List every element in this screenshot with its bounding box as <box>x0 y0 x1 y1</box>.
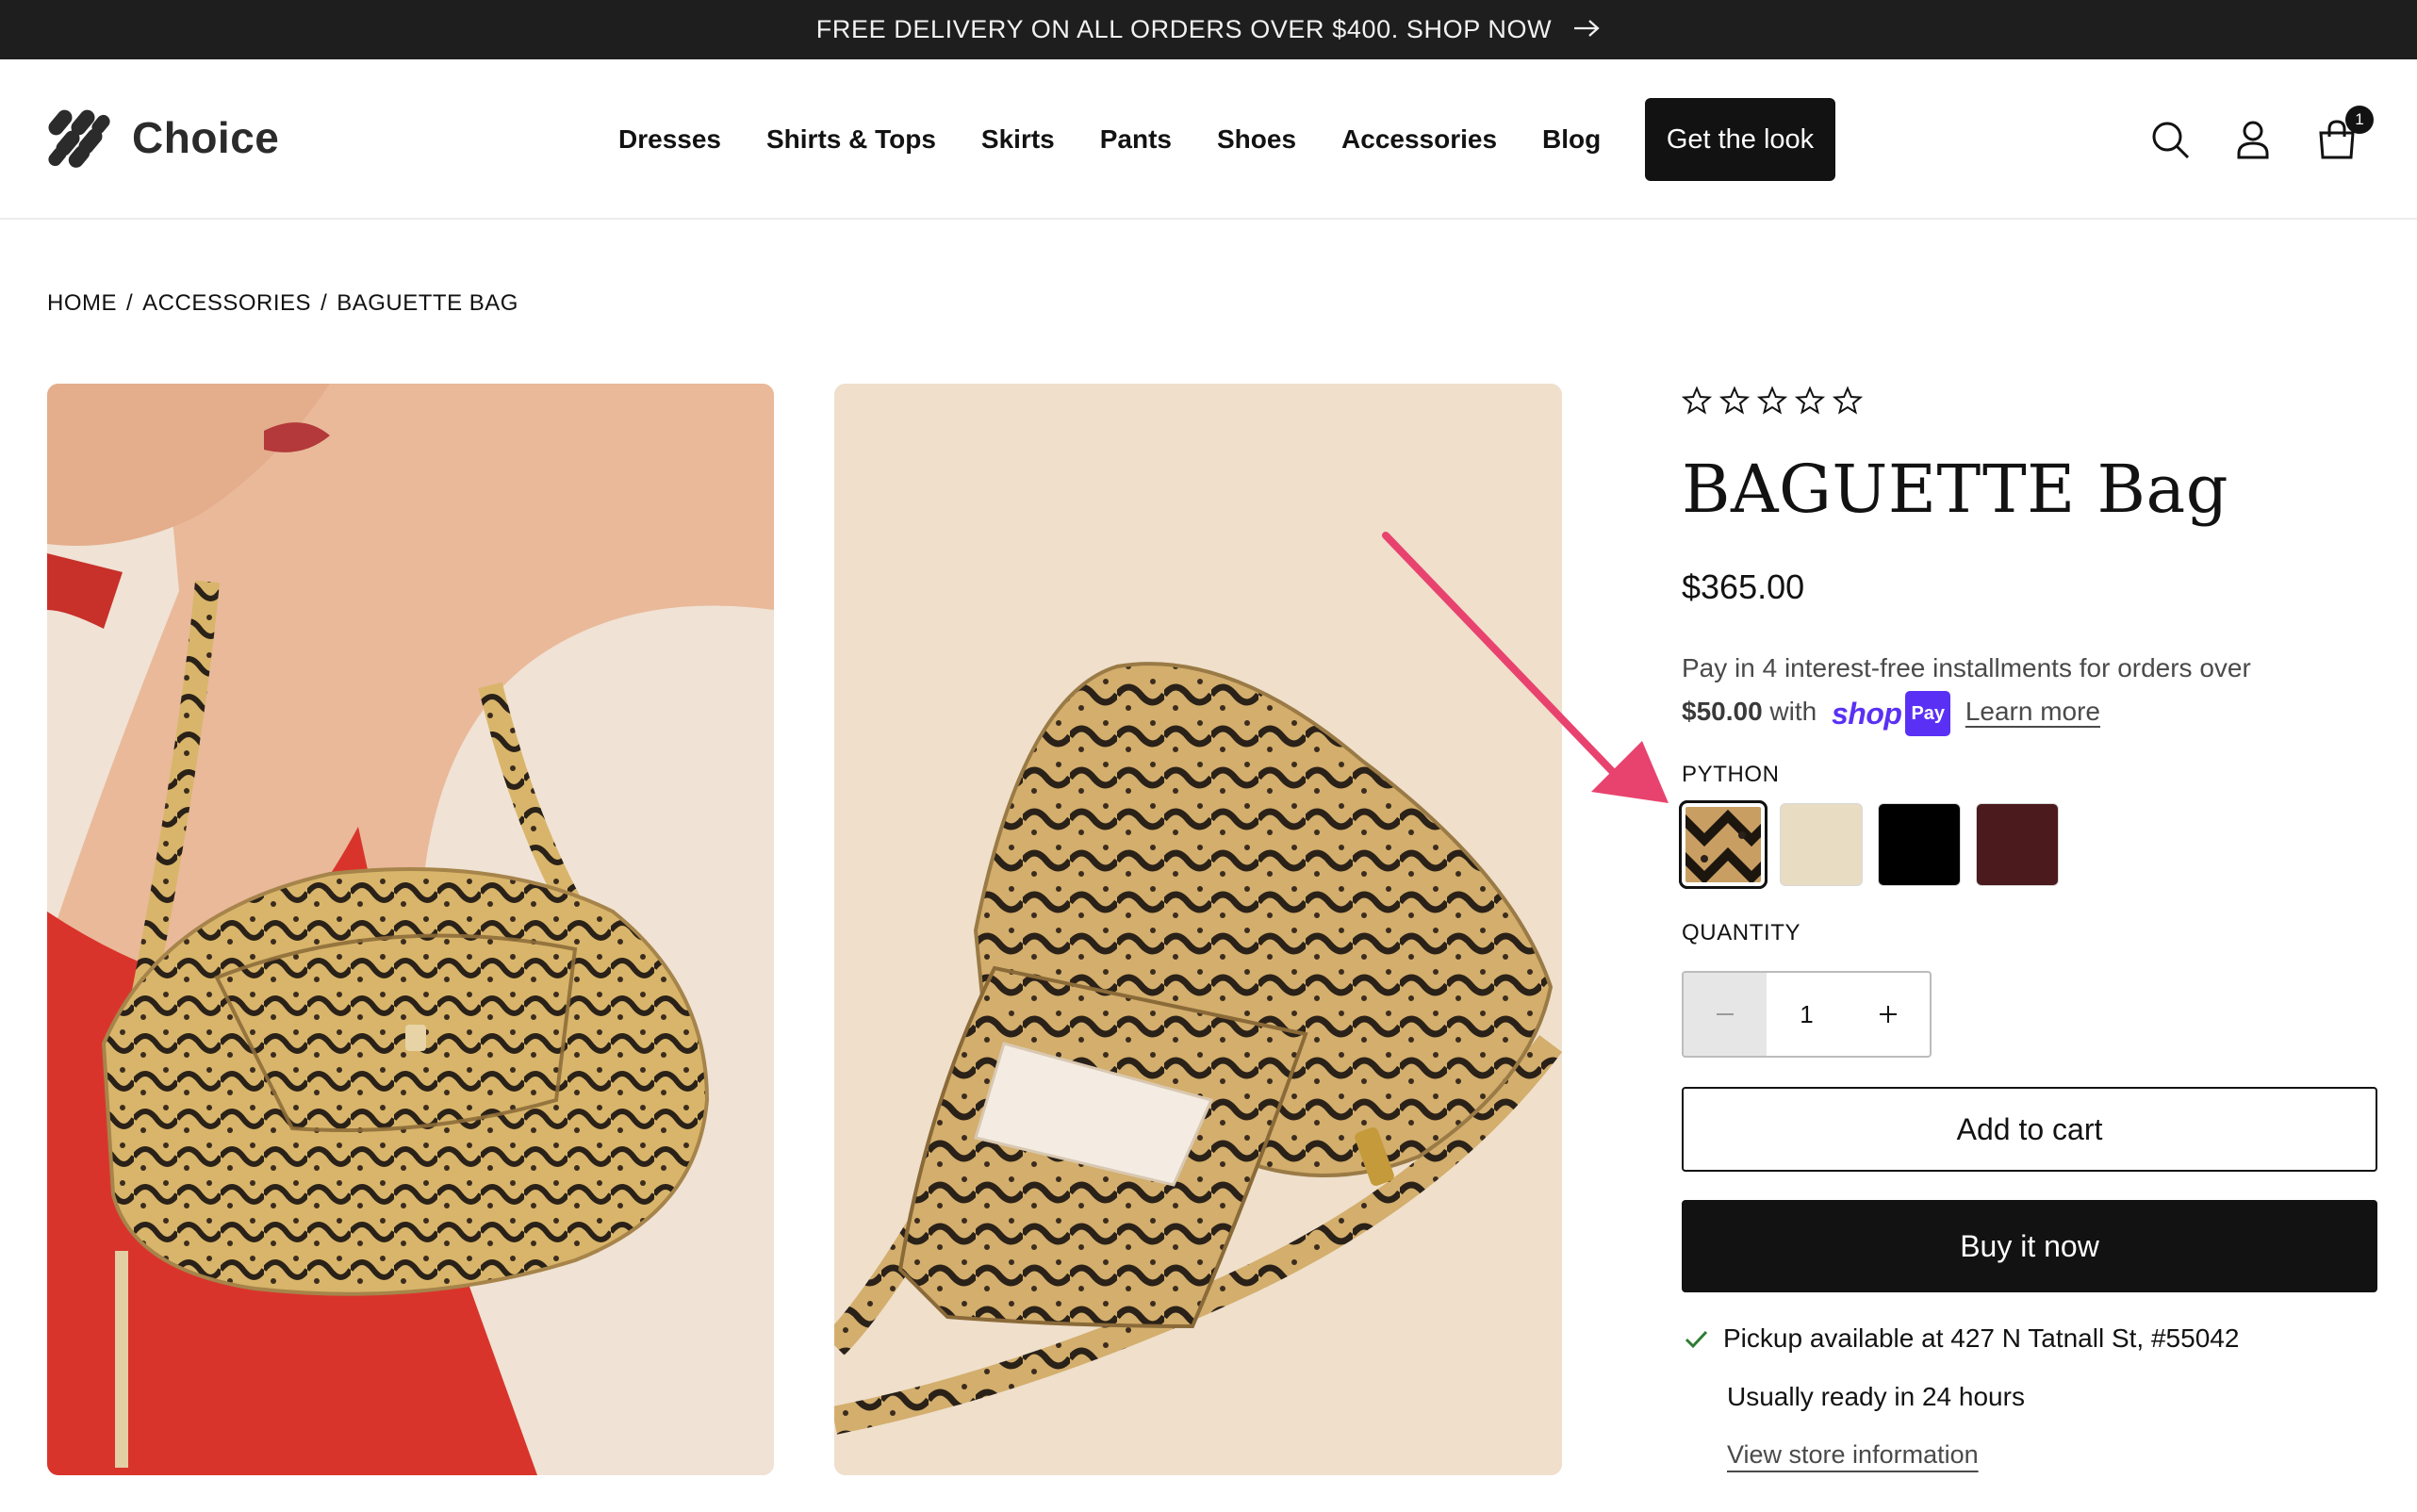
color-option-label: PYTHON <box>1682 762 1780 787</box>
swatch-burgundy[interactable] <box>1976 803 2059 886</box>
nav-item-skirts[interactable]: Skirts <box>959 124 1077 155</box>
star-icon <box>1795 386 1825 415</box>
nav-item-blog[interactable]: Blog <box>1520 124 1623 155</box>
color-swatches <box>1679 800 2059 889</box>
quantity-increase-button[interactable] <box>1847 973 1930 1056</box>
quantity-input[interactable]: 1 <box>1767 973 1847 1056</box>
arrow-right-icon <box>1572 15 1601 44</box>
account-icon[interactable] <box>2228 114 2278 165</box>
breadcrumb-separator: / <box>126 290 134 316</box>
installments-info: Pay in 4 interest-free installments for … <box>1682 647 2360 736</box>
swatch-cream[interactable] <box>1780 803 1863 886</box>
shop-pay-logo: shop Pay <box>1832 690 1951 736</box>
product-price: $365.00 <box>1682 567 1805 606</box>
annotation-arrow-icon <box>1382 532 1669 803</box>
cart-count-badge: 1 <box>2345 106 2374 134</box>
installments-with: with <box>1769 697 1817 726</box>
nav-item-pants[interactable]: Pants <box>1077 124 1194 155</box>
announcement-bar[interactable]: FREE DELIVERY ON ALL ORDERS OVER $400. S… <box>0 0 2417 59</box>
breadcrumb-home[interactable]: HOME <box>47 290 117 317</box>
checkmark-icon <box>1685 1330 1708 1349</box>
breadcrumb-current: BAGUETTE BAG <box>337 290 518 316</box>
get-the-look-button[interactable]: Get the look <box>1645 98 1835 181</box>
buy-it-now-button[interactable]: Buy it now <box>1682 1200 2377 1292</box>
pickup-text: Pickup available at 427 N Tatnall St, #5… <box>1723 1323 2240 1353</box>
search-icon[interactable] <box>2145 114 2195 165</box>
shop-pay-badge: Pay <box>1905 690 1951 736</box>
star-icon <box>1682 386 1712 415</box>
nav-item-dresses[interactable]: Dresses <box>596 124 744 155</box>
logo-icon <box>48 109 110 168</box>
site-header: Choice Dresses Shirts & Tops Skirts Pant… <box>0 59 2417 220</box>
swatch-black[interactable] <box>1878 803 1961 886</box>
minus-icon <box>1717 1013 1734 1015</box>
breadcrumb-accessories[interactable]: ACCESSORIES <box>142 290 311 317</box>
breadcrumb-separator: / <box>321 290 328 316</box>
nav-item-accessories[interactable]: Accessories <box>1319 124 1520 155</box>
shop-pay-word: shop <box>1832 696 1902 731</box>
breadcrumb: HOME / ACCESSORIES / BAGUETTE BAG <box>47 290 518 317</box>
star-icon <box>1719 386 1750 415</box>
view-store-information-link[interactable]: View store information <box>1727 1440 1979 1470</box>
main-nav: Dresses Shirts & Tops Skirts Pants Shoes… <box>596 59 1623 220</box>
quantity-stepper: 1 <box>1682 971 1932 1058</box>
star-icon <box>1757 386 1787 415</box>
installments-text: Pay in 4 interest-free installments for … <box>1682 653 2251 682</box>
logo[interactable]: Choice <box>47 105 279 171</box>
logo-text: Choice <box>132 113 280 162</box>
announcement-text[interactable]: FREE DELIVERY ON ALL ORDERS OVER $400. S… <box>816 15 1552 44</box>
swatch-python[interactable] <box>1679 800 1768 889</box>
nav-item-shoes[interactable]: Shoes <box>1194 124 1319 155</box>
pickup-ready-text: Usually ready in 24 hours <box>1727 1382 2025 1411</box>
learn-more-link[interactable]: Learn more <box>1965 697 2100 726</box>
rating-stars[interactable] <box>1682 386 1863 416</box>
installments-amount: $50.00 <box>1682 697 1763 726</box>
quantity-decrease-button[interactable] <box>1684 973 1767 1056</box>
quantity-label: QUANTITY <box>1682 920 1801 945</box>
star-icon <box>1833 386 1863 415</box>
product-image-model[interactable] <box>47 384 774 1475</box>
add-to-cart-button[interactable]: Add to cart <box>1682 1087 2377 1172</box>
pickup-availability: Pickup available at 427 N Tatnall St, #5… <box>1682 1323 2239 1354</box>
product-title: BAGUETTE Bag <box>1682 451 2229 528</box>
plus-icon <box>1880 1006 1897 1023</box>
nav-item-shirts-tops[interactable]: Shirts & Tops <box>744 124 959 155</box>
